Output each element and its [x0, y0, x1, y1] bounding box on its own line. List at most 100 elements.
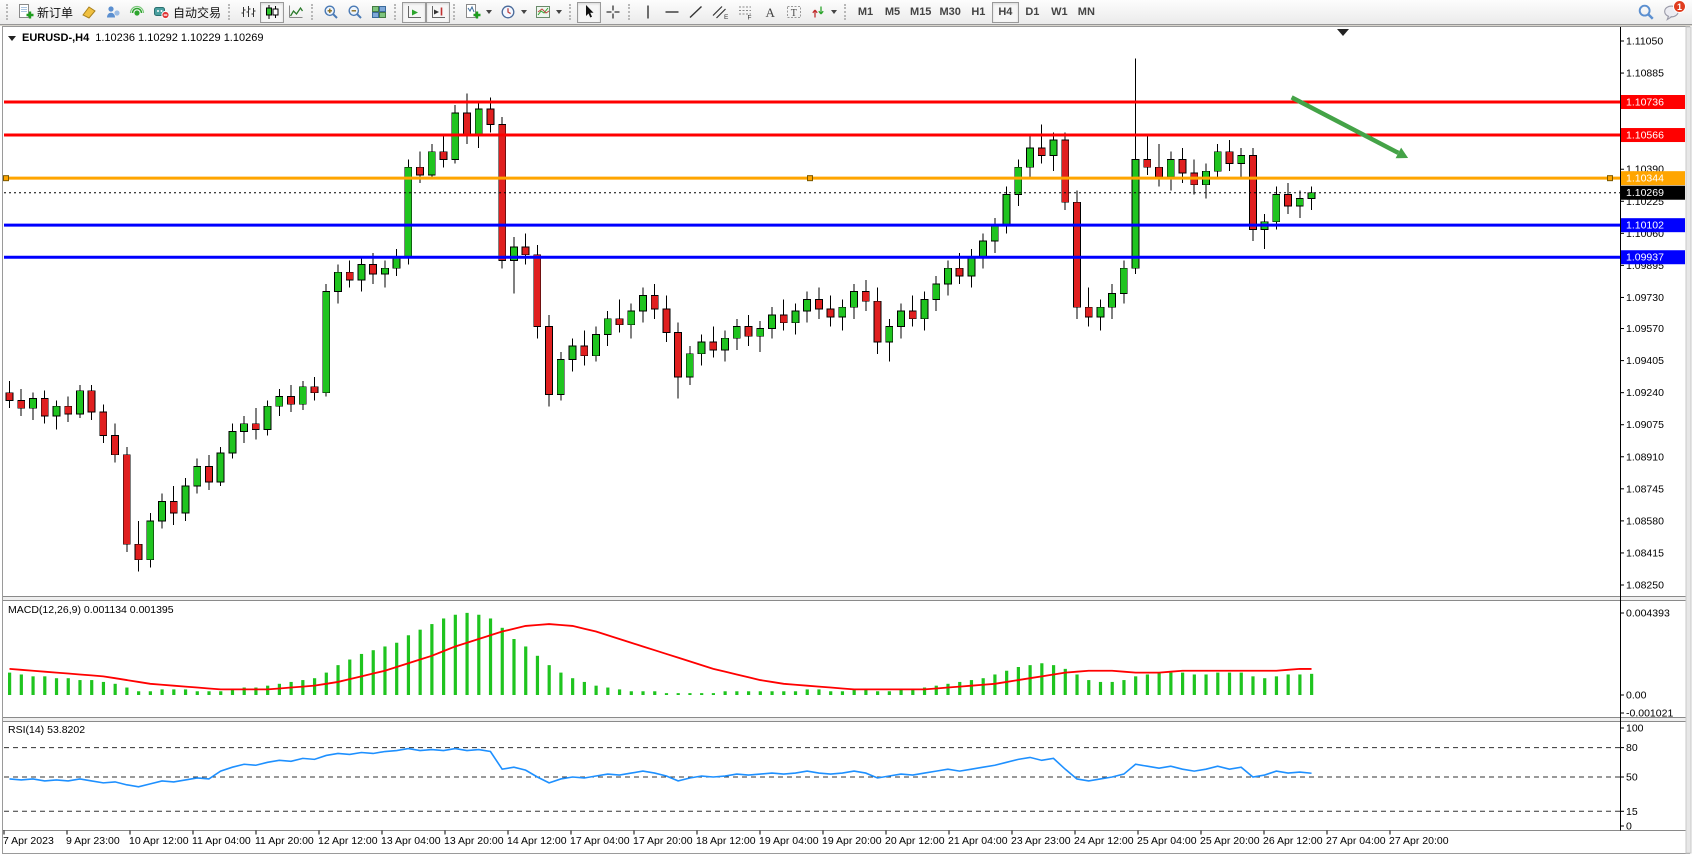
chart-shift-icon: [430, 4, 446, 20]
templates-dropdown-caret[interactable]: [556, 10, 562, 14]
candle-bull: [1214, 152, 1221, 171]
hline-handle[interactable]: [1608, 176, 1613, 181]
symbol-dropdown-icon[interactable]: [8, 36, 16, 41]
line-chart-button[interactable]: [284, 2, 308, 23]
candle-bull: [722, 338, 729, 350]
candle-bear: [546, 327, 553, 395]
mql5-community-button[interactable]: [101, 2, 125, 23]
toolbar-grip[interactable]: [394, 4, 398, 20]
candle-bear: [123, 455, 130, 544]
candle-bull: [358, 264, 365, 280]
timeframe-h1[interactable]: H1: [965, 2, 992, 23]
zoom-in-button[interactable]: [319, 2, 343, 23]
candle-bear: [288, 397, 295, 405]
date-tick-label: 11 Apr 04:00: [192, 835, 251, 847]
vertical-line-button[interactable]: [636, 2, 660, 23]
hline-handle[interactable]: [4, 176, 9, 181]
macd-histogram-bar: [465, 613, 468, 695]
candle-bull: [628, 311, 635, 325]
auto-scroll-button[interactable]: [402, 2, 426, 23]
tile-windows-button[interactable]: [367, 2, 391, 23]
signals-button[interactable]: [125, 2, 149, 23]
timeframe-mn[interactable]: MN: [1073, 2, 1100, 23]
macd-histogram-bar: [1099, 682, 1102, 695]
metaeditor-button[interactable]: [77, 2, 101, 23]
macd-histogram-bar: [770, 691, 773, 695]
chart-shift-button[interactable]: [426, 2, 450, 23]
chart-canvas[interactable]: 1.110501.108851.107201.105551.103901.102…: [0, 26, 1692, 855]
new-order-button[interactable]: 新订单: [14, 2, 77, 23]
macd-histogram-bar: [266, 686, 269, 695]
macd-histogram-bar: [759, 691, 762, 695]
fibonacci-button[interactable]: F: [733, 2, 758, 23]
candle-bull: [29, 398, 36, 408]
toolbar-grip[interactable]: [628, 4, 632, 20]
autotrading-button[interactable]: 自动交易: [149, 2, 225, 23]
periods-dropdown-caret[interactable]: [521, 10, 527, 14]
trendline-icon: [688, 4, 704, 20]
candlestick-chart-button[interactable]: [260, 2, 284, 23]
toolbar-grip[interactable]: [228, 4, 232, 20]
right-edge-strip[interactable]: [1686, 27, 1691, 853]
toolbar-grip[interactable]: [453, 4, 457, 20]
cursor-button[interactable]: [577, 2, 601, 23]
hline-handle[interactable]: [808, 176, 813, 181]
toolbar-grip[interactable]: [844, 4, 848, 20]
candle-bear: [862, 292, 869, 302]
date-tick-label: 11 Apr 20:00: [255, 835, 314, 847]
timeframe-m1[interactable]: M1: [852, 2, 879, 23]
candle-bull: [768, 315, 775, 329]
timeframe-w1[interactable]: W1: [1046, 2, 1073, 23]
date-tick-label: 27 Apr 04:00: [1326, 835, 1386, 847]
macd-histogram-bar: [1251, 676, 1254, 695]
bar-chart-button[interactable]: [236, 2, 260, 23]
search-icon[interactable]: [1637, 3, 1655, 21]
rsi-tick-label: 15: [1626, 806, 1638, 818]
notifications-button[interactable]: 1: [1661, 1, 1683, 23]
candle-bull: [194, 466, 201, 485]
candle-bear: [18, 400, 25, 408]
indicators-dropdown-caret[interactable]: [486, 10, 492, 14]
zoom-out-button[interactable]: [343, 2, 367, 23]
text-label-button[interactable]: T: [782, 2, 806, 23]
templates-button[interactable]: [531, 2, 566, 23]
rsi-pane[interactable]: [4, 722, 1620, 830]
svg-text:T: T: [791, 8, 797, 19]
toolbar-grip[interactable]: [311, 4, 315, 20]
price-badge-label: 1.10736: [1626, 97, 1664, 109]
macd-histogram-bar: [982, 678, 985, 695]
candlestick-chart-icon: [264, 4, 280, 20]
arrows-button[interactable]: [806, 2, 841, 23]
candle-bull: [147, 521, 154, 560]
main-chart-pane[interactable]: [4, 28, 1620, 596]
zoom-out-icon: [347, 4, 363, 20]
pane-splitter[interactable]: [2, 597, 1690, 601]
macd-histogram-bar: [571, 678, 574, 695]
candle-bear: [710, 342, 717, 350]
horizontal-line-button[interactable]: [660, 2, 684, 23]
timeframe-d1[interactable]: D1: [1019, 2, 1046, 23]
text-icon: A: [762, 4, 778, 20]
periods-button[interactable]: [496, 2, 531, 23]
timeframe-h4[interactable]: H4: [992, 2, 1019, 23]
candle-bear: [1179, 160, 1186, 174]
timeframe-m15[interactable]: M15: [906, 2, 935, 23]
candle-bear: [651, 296, 658, 310]
timeframe-m30[interactable]: M30: [935, 2, 964, 23]
trendline-button[interactable]: [684, 2, 708, 23]
candle-bull: [1296, 198, 1303, 206]
macd-histogram-bar: [595, 686, 598, 695]
text-button[interactable]: A: [758, 2, 782, 23]
macd-histogram-bar: [1029, 665, 1032, 695]
pane-splitter[interactable]: [2, 718, 1690, 722]
arrows-dropdown-caret[interactable]: [831, 10, 837, 14]
macd-histogram-bar: [665, 693, 668, 695]
toolbar-grip[interactable]: [6, 4, 10, 20]
crosshair-button[interactable]: [601, 2, 625, 23]
macd-pane[interactable]: [4, 601, 1620, 717]
indicators-button[interactable]: [461, 2, 496, 23]
toolbar-grip[interactable]: [569, 4, 573, 20]
timeframe-m5[interactable]: M5: [879, 2, 906, 23]
equidistant-channel-button[interactable]: E: [708, 2, 733, 23]
macd-histogram-bar: [935, 686, 938, 695]
